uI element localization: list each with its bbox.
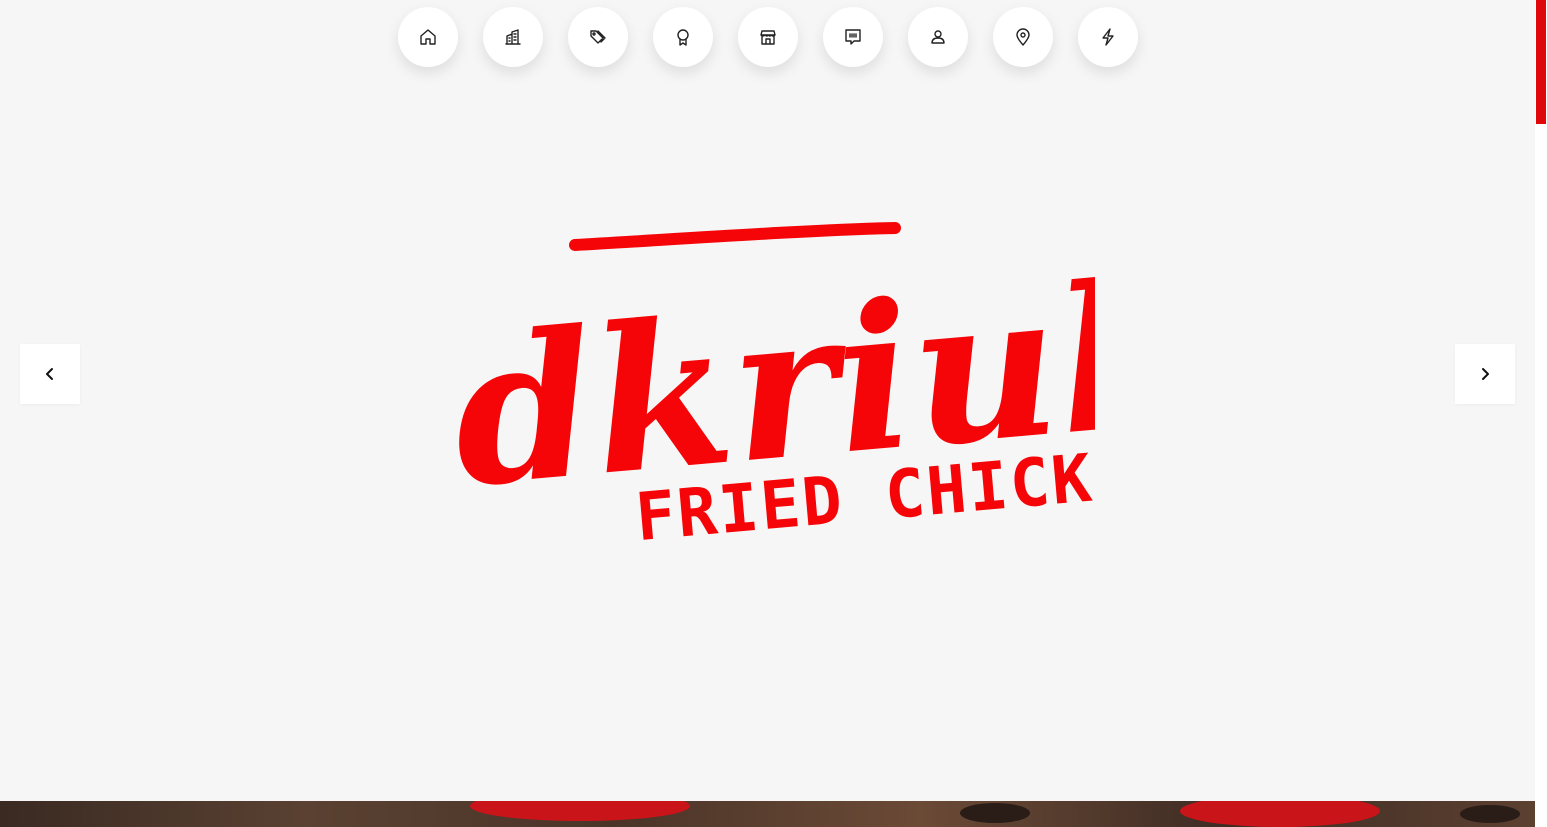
pepper-image [470, 801, 690, 821]
brand-logo: dkriuk FRIED CHICKEN [445, 222, 1095, 540]
nav-user-button[interactable] [908, 7, 968, 67]
nav-tags-button[interactable] [568, 7, 628, 67]
scrollbar[interactable] [1535, 0, 1547, 827]
award-icon [677, 29, 689, 46]
nav-home-button[interactable] [398, 7, 458, 67]
tags-icon [590, 30, 606, 44]
pepper-image [1180, 801, 1380, 827]
hero-slider: dkriuk FRIED CHICKEN [0, 0, 1535, 801]
lightning-icon [1102, 28, 1114, 46]
chevron-right-icon [1482, 368, 1489, 380]
nav-testimonials-button[interactable] [823, 7, 883, 67]
map-pin-icon [1016, 28, 1030, 46]
spice-image [1460, 805, 1520, 823]
page: dkriuk FRIED CHICKEN [0, 0, 1547, 827]
nav-building-button[interactable] [483, 7, 543, 67]
logo-swash [569, 222, 901, 251]
nav-award-button[interactable] [653, 7, 713, 67]
nav-store-button[interactable] [738, 7, 798, 67]
slider-prev-button[interactable] [20, 344, 80, 404]
spice-image [960, 803, 1030, 823]
slider-next-button[interactable] [1455, 344, 1515, 404]
home-icon [420, 29, 436, 45]
user-icon [931, 30, 945, 44]
scrollbar-thumb[interactable] [1536, 0, 1546, 124]
chevron-left-icon [46, 368, 53, 380]
quote-icon [845, 29, 861, 45]
store-icon [760, 30, 776, 45]
next-section-preview [0, 801, 1535, 827]
building-icon [505, 29, 521, 45]
nav-lightning-button[interactable] [1078, 7, 1138, 67]
nav-location-button[interactable] [993, 7, 1053, 67]
top-nav [398, 7, 1138, 67]
